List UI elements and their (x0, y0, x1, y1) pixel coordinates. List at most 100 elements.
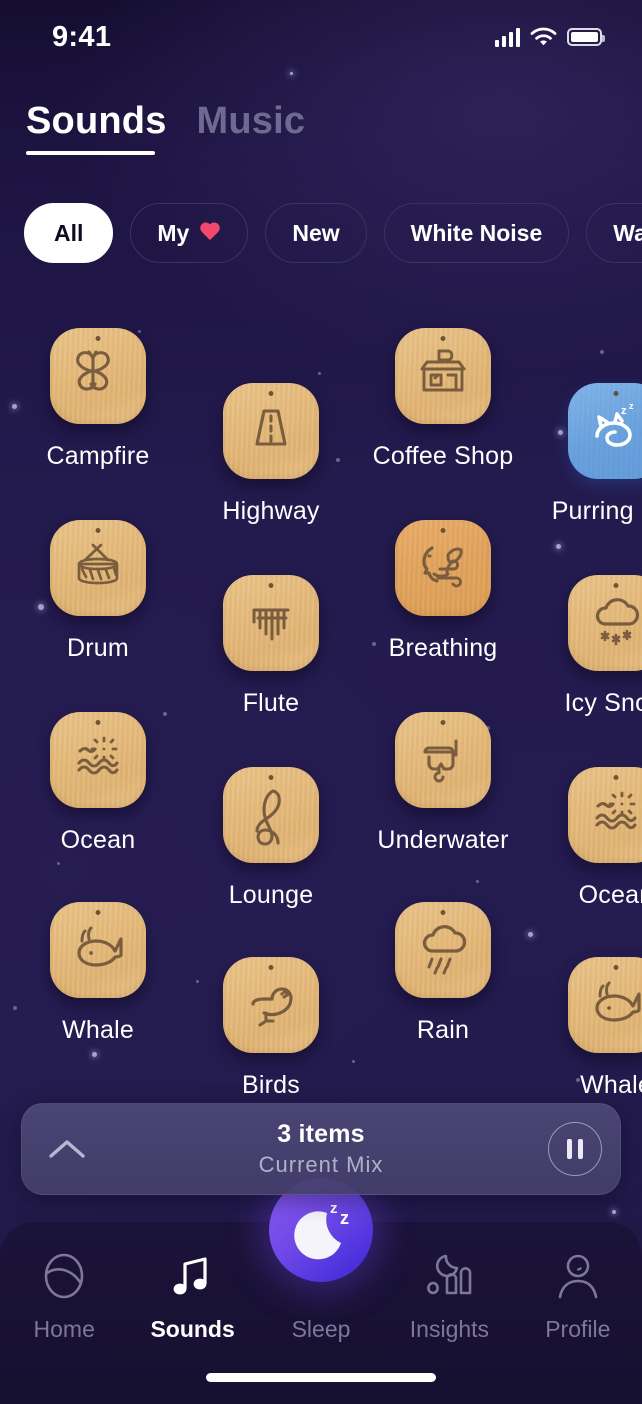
filter-chip-label: My (157, 220, 189, 247)
filter-chip-label: All (54, 220, 83, 247)
sound-tile-label: Highway (222, 497, 319, 526)
sound-tile-art[interactable] (568, 767, 642, 863)
whale-icon (63, 915, 133, 985)
sound-tile[interactable]: Ocean (556, 767, 642, 910)
filter-chip-label: White Noise (411, 220, 543, 247)
filter-chip-white-noise[interactable]: White Noise (384, 203, 570, 263)
tab-music[interactable]: Music (197, 100, 306, 151)
tile-peg (96, 336, 101, 341)
sound-tile-art[interactable] (395, 328, 491, 424)
tile-peg (269, 965, 274, 970)
nav-item-insights[interactable]: Insights (385, 1248, 513, 1343)
home-moon-icon (39, 1248, 89, 1304)
sound-tile-art[interactable] (223, 383, 319, 479)
filter-chip-all[interactable]: All (24, 203, 113, 263)
tile-peg (96, 528, 101, 533)
sound-tile-label: Coffee Shop (373, 442, 514, 471)
nav-item-profile[interactable]: Profile (514, 1248, 642, 1343)
svg-text:z: z (629, 401, 634, 411)
filter-chip-label: New (292, 220, 339, 247)
ocean-sun-icon (581, 780, 642, 850)
sound-tile[interactable]: Icy Snow (556, 575, 642, 718)
sound-tile-art[interactable] (223, 575, 319, 671)
sound-tile[interactable]: zzPurring Cat (556, 383, 642, 526)
sound-tile[interactable]: Rain (383, 902, 503, 1045)
sound-tile-art[interactable] (223, 957, 319, 1053)
sound-tile-art[interactable] (50, 712, 146, 808)
sound-tile[interactable]: Ocean (38, 712, 158, 855)
sound-tile-art[interactable] (395, 712, 491, 808)
sound-tile[interactable]: Breathing (383, 520, 503, 663)
svg-text:z: z (340, 1208, 349, 1228)
pause-button[interactable] (530, 1122, 620, 1176)
sound-tile[interactable]: Birds (211, 957, 331, 1100)
tab-sounds[interactable]: Sounds (26, 100, 167, 151)
sound-tile-art[interactable] (50, 902, 146, 998)
sound-tile-art[interactable] (568, 957, 642, 1053)
person-icon (553, 1248, 603, 1304)
sound-tile-label: Rain (417, 1016, 469, 1045)
sound-tile[interactable]: Highway (211, 383, 331, 526)
sound-tile[interactable]: Whale (556, 957, 642, 1100)
sound-tile-label: Drum (67, 634, 129, 663)
insights-bars-icon (423, 1248, 475, 1304)
svg-text:z: z (330, 1200, 338, 1217)
filter-chip-my[interactable]: My (130, 203, 248, 263)
sound-tile[interactable]: Coffee Shop (383, 328, 503, 471)
sound-tile[interactable]: Underwater (383, 712, 503, 855)
sound-tile-art[interactable] (568, 575, 642, 671)
road-icon (236, 396, 306, 466)
sound-tile-label: Birds (242, 1071, 300, 1100)
ocean-sun-icon (63, 725, 133, 795)
filter-chip-new[interactable]: New (265, 203, 366, 263)
sound-tile-art[interactable] (395, 902, 491, 998)
sound-tile-label: Flute (243, 689, 300, 718)
sound-tile-art[interactable] (395, 520, 491, 616)
player-subtitle: Current Mix (259, 1152, 384, 1178)
butterfly-icon (63, 341, 133, 411)
nav-item-label: Profile (545, 1316, 610, 1343)
sound-tile-label: Icy Snow (564, 689, 642, 718)
sleep-moon-icon: z z (281, 1191, 361, 1269)
app-screen: 9:41 Sounds Music All My New White Noise (0, 0, 642, 1404)
svg-text:z: z (621, 405, 627, 417)
tile-peg (96, 910, 101, 915)
nav-item-sounds[interactable]: Sounds (128, 1248, 256, 1343)
tile-peg (269, 775, 274, 780)
tile-peg (441, 528, 446, 533)
expand-player-button[interactable] (22, 1136, 112, 1162)
sound-tile-label: Whale (62, 1016, 134, 1045)
sound-tile-label: Underwater (377, 826, 508, 855)
sound-tile-label: Lounge (229, 881, 314, 910)
sound-tile[interactable]: Whale (38, 902, 158, 1045)
nav-item-home[interactable]: Home (0, 1248, 128, 1343)
home-indicator (206, 1373, 436, 1382)
nav-item-label: Sounds (150, 1316, 234, 1343)
sound-tile-art[interactable] (223, 767, 319, 863)
sound-tile-art[interactable] (50, 328, 146, 424)
bird-icon (236, 970, 306, 1040)
heart-icon (199, 223, 221, 243)
tile-peg (614, 965, 619, 970)
sound-tile[interactable]: Flute (211, 575, 331, 718)
mini-player[interactable]: 3 items Current Mix (21, 1103, 621, 1195)
nav-item-label: Home (34, 1316, 95, 1343)
sound-tile[interactable]: Drum (38, 520, 158, 663)
tile-peg (441, 720, 446, 725)
sound-tile[interactable]: Lounge (211, 767, 331, 910)
rain-cloud-icon (408, 915, 478, 985)
sound-tile-art[interactable]: zz (568, 383, 642, 479)
sound-tile[interactable]: Campfire (38, 328, 158, 471)
sound-tile-label: Ocean (579, 881, 642, 910)
status-bar-icons (495, 27, 602, 47)
sleeping-cat-icon: zz (581, 396, 642, 466)
breathing-face-icon (408, 533, 478, 603)
whale-icon (581, 970, 642, 1040)
filter-chip-water[interactable]: Water (586, 203, 642, 263)
wifi-icon (530, 27, 557, 47)
sound-grid: Campfire Highway Coffee Shop zzPurring Cat D… (0, 300, 642, 1120)
sound-tile-label: Breathing (389, 634, 498, 663)
nav-item-label: Insights (410, 1316, 489, 1343)
sound-tile-art[interactable] (50, 520, 146, 616)
tile-peg (441, 910, 446, 915)
